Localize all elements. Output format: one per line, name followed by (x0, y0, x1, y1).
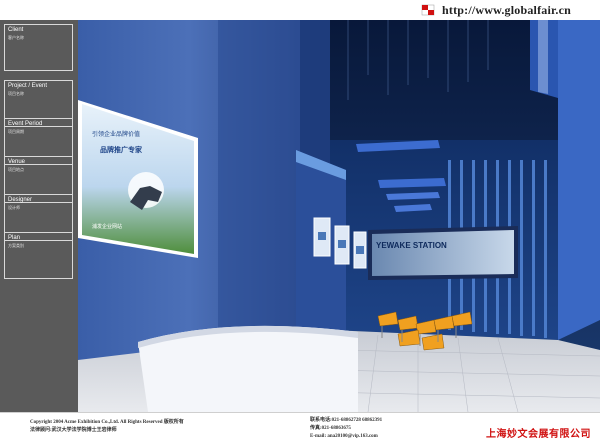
banner-text: YEWAKE STATION (376, 241, 447, 250)
reception-counter (138, 325, 358, 412)
sidebar-item-sublabel: 方案类别 (8, 243, 24, 248)
left-wall-column (218, 20, 300, 350)
sidebar-item-label: Event Period (8, 121, 43, 127)
right-banner: YEWAKE STATION (368, 226, 518, 280)
sidebar-item-sublabel: 项目地点 (8, 167, 24, 172)
contact-fax: 传真:021-68863675 (310, 426, 351, 431)
sidebar-item-sublabel: 项目名称 (8, 91, 24, 96)
sidebar-item-sublabel: 客户名称 (8, 35, 24, 40)
sidebar-item-label: Client (8, 27, 24, 33)
sidebar-item-plan: Plan 方案类别 (4, 232, 73, 279)
booth-render: YEWAKE STATION 引领企业品牌价值 品牌推广专家 浦发企业网站 (78, 20, 600, 412)
footer: Copyright 2004 Acme Exhibition Co.,Ltd. … (0, 412, 600, 445)
sidebar-item-client: Client 客户名称 (4, 24, 73, 71)
contact-email[interactable]: E-mail: ana20100@vip.163.com (310, 433, 382, 441)
poster-subtitle: 品牌推广专家 (100, 145, 143, 154)
legal-advisor-text: 法律顾问:武汉大学法学院博士王岩律师 (30, 428, 117, 433)
contact-info: 联系电话:021-68862728 68862391 传真:021-688636… (310, 417, 382, 441)
contact-phone: 联系电话:021-68862728 68862391 (310, 418, 383, 423)
sidebar-item-label: Project / Event (8, 83, 48, 89)
copyright-text: Copyright 2004 Acme Exhibition Co.,Ltd. … (30, 420, 184, 425)
sidebar-item-label: Designer (8, 197, 33, 203)
booth-render-image: YEWAKE STATION 引领企业品牌价值 品牌推广专家 浦发企业网站 (78, 20, 600, 412)
sidebar-item-sublabel: 项目周期 (8, 129, 24, 134)
right-pillar (558, 20, 600, 340)
flag-logo-icon (421, 4, 435, 16)
site-url-link[interactable]: http://www.globalfair.cn (442, 3, 571, 18)
sidebar-item-sublabel: 设计师 (8, 205, 20, 210)
sidebar-item-label: Plan (8, 235, 21, 241)
poster-title: 引领企业品牌价值 (92, 130, 140, 138)
company-name: 上海妙文会展有限公司 (486, 429, 591, 440)
sidebar-item-label: Venue (8, 159, 26, 165)
sidebar: Client 客户名称 Project / Event 项目名称 Event P… (0, 20, 78, 412)
top-bar: http://www.globalfair.cn (0, 0, 600, 20)
poster-brand: 浦发企业网站 (92, 223, 122, 230)
